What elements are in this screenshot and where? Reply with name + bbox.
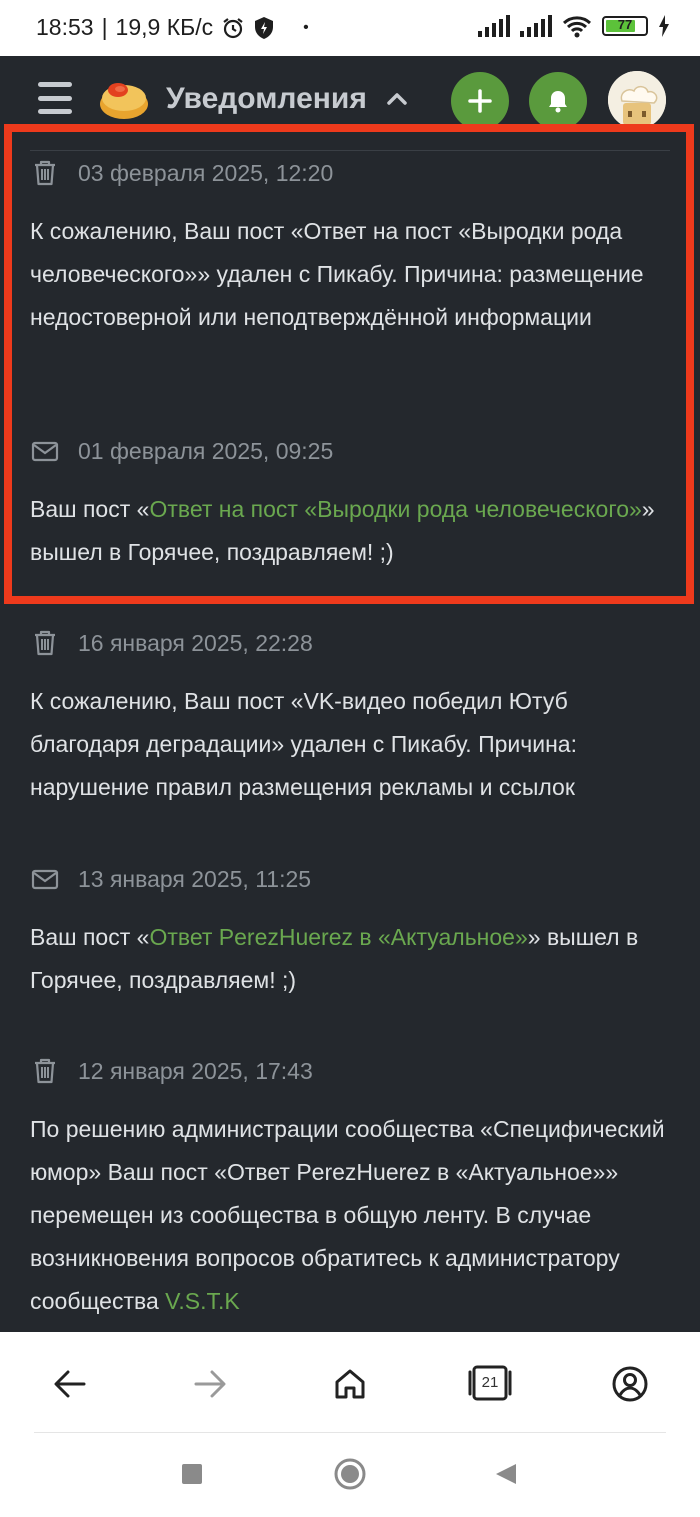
home-button[interactable] xyxy=(330,1364,370,1404)
notification-item: 13 января 2025, 11:25 Ваш пост «Ответ Pe… xyxy=(30,862,675,1002)
notification-text: Ваш пост «Ответ на пост «Выродки рода че… xyxy=(30,496,655,565)
add-post-button[interactable] xyxy=(451,72,509,130)
forward-arrow-icon xyxy=(194,1370,226,1398)
admin-link[interactable]: V.S.T.K xyxy=(165,1288,240,1314)
notification-date: 01 февраля 2025, 09:25 xyxy=(78,437,334,464)
notification-item: 01 февраля 2025, 09:25 Ваш пост «Ответ н… xyxy=(30,434,675,574)
menu-icon[interactable] xyxy=(38,82,72,114)
shield-icon xyxy=(255,16,274,39)
mail-icon xyxy=(31,441,59,462)
alarm-icon xyxy=(223,17,243,38)
bell-icon xyxy=(549,91,567,113)
home-icon xyxy=(335,1369,365,1399)
signal-icon xyxy=(478,15,510,37)
page-title[interactable]: Уведомления xyxy=(166,82,367,116)
back-triangle-icon[interactable] xyxy=(494,1462,518,1486)
notification-date: 16 января 2025, 22:28 xyxy=(78,629,313,656)
notifications-feed[interactable]: 03 февраля 2025, 12:20 К сожалению, Ваш … xyxy=(0,146,700,1332)
clock: 18:53 xyxy=(36,14,94,40)
notification-date: 03 февраля 2025, 12:20 xyxy=(78,159,334,186)
divider xyxy=(30,150,670,151)
forward-button[interactable] xyxy=(190,1364,230,1404)
notification-item: 12 января 2025, 17:43 По решению админис… xyxy=(30,1054,675,1323)
status-dot: • xyxy=(303,18,309,36)
notification-text: К сожалению, Ваш пост «Ответ на пост «Вы… xyxy=(30,218,644,330)
trash-icon[interactable] xyxy=(30,628,60,658)
tabs-button[interactable]: 21 xyxy=(468,1364,512,1404)
signal-icon xyxy=(520,15,552,37)
browser-navbar: 21 xyxy=(0,1332,700,1433)
back-arrow-icon xyxy=(54,1370,86,1398)
network-speed: 19,9 КБ/с xyxy=(115,14,214,40)
system-navbar xyxy=(0,1433,700,1517)
post-link[interactable]: Ответ PerezHuerez в «Актуальное» xyxy=(149,924,527,950)
profile-button[interactable] xyxy=(610,1364,650,1404)
notification-item: 03 февраля 2025, 12:20 К сожалению, Ваш … xyxy=(30,156,675,339)
plus-icon xyxy=(468,89,492,113)
notification-item: 16 января 2025, 22:28 К сожалению, Ваш п… xyxy=(30,626,675,809)
notification-text: К сожалению, Ваш пост «VK-видео победил … xyxy=(30,688,577,800)
mail-icon xyxy=(31,869,59,890)
notification-text: Ваш пост «Ответ PerezHuerez в «Актуально… xyxy=(30,924,639,993)
trash-icon[interactable] xyxy=(30,1056,60,1086)
profile-icon xyxy=(612,1366,648,1402)
battery-icon: 77 xyxy=(602,16,648,36)
charging-icon xyxy=(659,15,669,37)
trash-icon[interactable] xyxy=(30,158,60,188)
avatar[interactable] xyxy=(608,71,666,129)
pikabu-logo[interactable] xyxy=(98,76,150,120)
chevron-up-icon[interactable] xyxy=(386,88,408,110)
tab-count: 21 xyxy=(481,1374,499,1391)
notification-text: По решению администрации сообщества «Спе… xyxy=(30,1116,665,1314)
post-link[interactable]: Ответ на пост «Выродки рода человеческог… xyxy=(149,496,641,522)
notification-date: 12 января 2025, 17:43 xyxy=(78,1057,313,1084)
app-header: Уведомления xyxy=(0,56,700,146)
recents-square-icon[interactable] xyxy=(181,1463,203,1485)
status-bar: 18:53 | 19,9 КБ/с • 77 xyxy=(0,0,700,56)
home-circle-icon[interactable] xyxy=(333,1457,367,1491)
back-button[interactable] xyxy=(50,1364,90,1404)
notifications-button[interactable] xyxy=(529,72,587,130)
wifi-icon xyxy=(562,16,592,38)
notification-date: 13 января 2025, 11:25 xyxy=(78,865,312,892)
